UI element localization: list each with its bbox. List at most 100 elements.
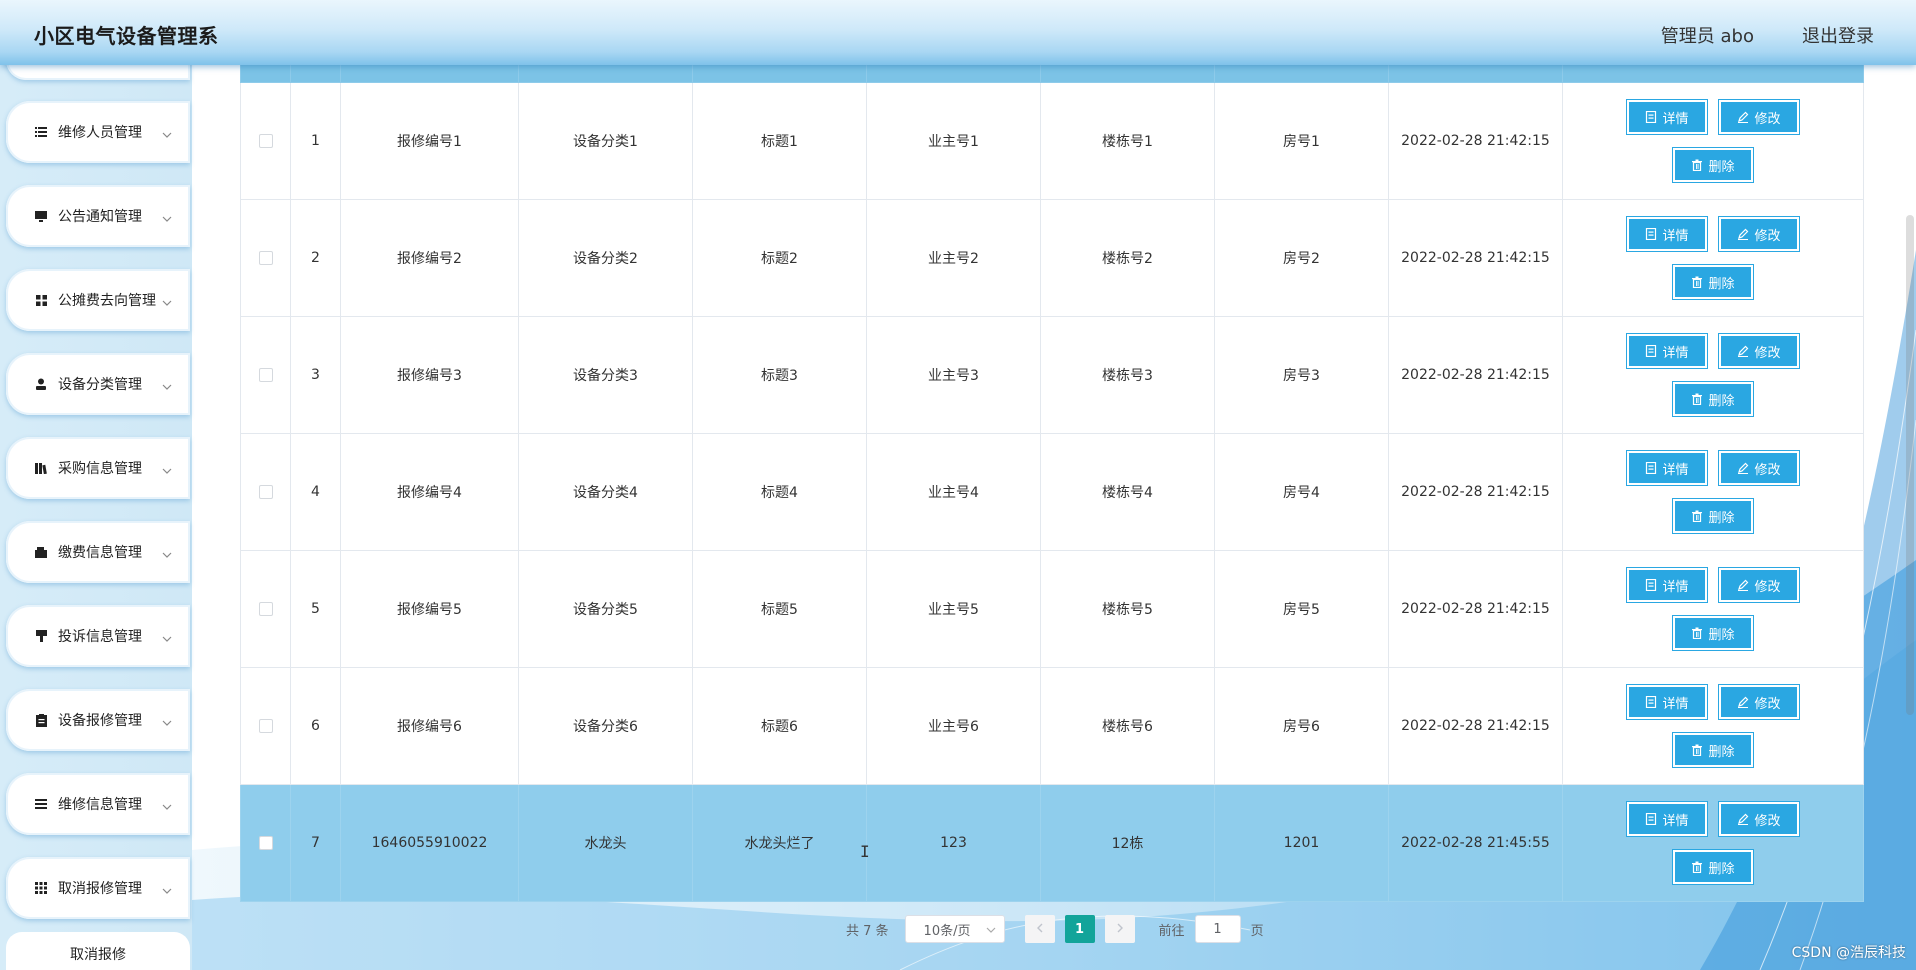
detail-button[interactable]: 详情 — [1626, 684, 1708, 720]
next-page-button[interactable] — [1104, 915, 1135, 943]
edit-button[interactable]: 修改 — [1718, 684, 1800, 720]
row-actions: 详情 修改删除 — [1562, 433, 1864, 551]
app-title: 小区电气设备管理系 — [34, 24, 219, 48]
clipboard-icon — [34, 713, 48, 727]
chevron-down-icon — [162, 627, 176, 646]
delete-button[interactable]: 删除 — [1672, 849, 1754, 885]
cell-building: 楼栋号5 — [1040, 550, 1215, 668]
page-size-value: 10条/页 — [923, 923, 971, 939]
edit-button[interactable]: 修改 — [1718, 216, 1800, 252]
table-row[interactable]: 2 报修编号2 设备分类2 标题2 业主号2 楼栋号2 房号2 2022-02-28 21:4… — [240, 199, 1864, 317]
row-index: 3 — [290, 316, 341, 434]
row-checkbox[interactable] — [258, 368, 273, 382]
table-row[interactable]: 5 报修编号5 设备分类5 标题5 业主号5 楼栋号5 房号5 2022-02-28 21:4… — [240, 550, 1864, 668]
trash-icon — [1691, 744, 1703, 756]
sidebar-item-repair-staff[interactable]: 维修人员管理 — [6, 101, 190, 163]
cell-category: 水龙头 — [518, 784, 693, 902]
logout-link[interactable]: 退出登录 — [1802, 22, 1874, 48]
sidebar-item-repair-request[interactable]: 设备报修管理 — [6, 689, 190, 751]
sidebar-item-cancel-repair[interactable]: 取消报修管理 — [6, 857, 190, 919]
row-checkbox[interactable] — [258, 719, 273, 733]
delete-button[interactable]: 删除 — [1672, 264, 1754, 300]
pencil-icon — [1737, 111, 1749, 123]
delete-button[interactable]: 删除 — [1672, 498, 1754, 534]
cell-room: 1201 — [1214, 784, 1389, 902]
total-count: 共 7 条 — [846, 923, 889, 939]
page-size-select[interactable]: 10条/页 — [904, 915, 1005, 943]
sidebar-item-purchase[interactable]: 采购信息管理 — [6, 437, 190, 499]
edit-button-label: 修改 — [1754, 345, 1781, 361]
prev-page-button[interactable] — [1024, 915, 1055, 943]
cell-time: 2022-02-28 21:42:15 — [1388, 316, 1563, 434]
table-row[interactable]: 3 报修编号3 设备分类3 标题3 业主号3 楼栋号3 房号3 2022-02-28 21:4… — [240, 316, 1864, 434]
delete-button-label: 删除 — [1708, 861, 1735, 877]
detail-button[interactable]: 详情 — [1626, 99, 1708, 135]
row-checkbox-cell — [240, 199, 291, 317]
delete-button-label: 删除 — [1708, 744, 1735, 760]
scrollbar-thumb[interactable] — [1906, 215, 1914, 715]
pencil-icon — [1737, 696, 1749, 708]
cell-repair-no: 报修编号5 — [340, 550, 519, 668]
cell-building: 12栋 — [1040, 784, 1215, 902]
sidebar-item-notice[interactable]: 公告通知管理 — [6, 185, 190, 247]
table-row[interactable]: 1 报修编号1 设备分类1 标题1 业主号1 楼栋号1 房号1 2022-02-28 21:4… — [240, 82, 1864, 200]
page-number-button[interactable]: 1 — [1064, 915, 1095, 943]
edit-button-label: 修改 — [1754, 813, 1781, 829]
sidebar-item-label: 公告通知管理 — [58, 209, 142, 225]
cell-category: 设备分类2 — [518, 199, 693, 317]
detail-button[interactable]: 详情 — [1626, 801, 1708, 837]
row-checkbox[interactable] — [258, 251, 273, 265]
trash-icon — [1691, 627, 1703, 639]
cell-time: 2022-02-28 21:42:15 — [1388, 433, 1563, 551]
chevron-down-icon — [162, 879, 176, 898]
goto-page-input[interactable] — [1194, 915, 1241, 943]
chevron-down-icon — [162, 459, 176, 478]
delete-button[interactable]: 删除 — [1672, 147, 1754, 183]
row-checkbox[interactable] — [258, 485, 273, 499]
sidebar-item-payment[interactable]: 缴费信息管理 — [6, 521, 190, 583]
chevron-down-icon — [986, 922, 996, 937]
goto-label: 前往 — [1158, 923, 1185, 939]
detail-button[interactable]: 详情 — [1626, 216, 1708, 252]
row-checkbox[interactable] — [258, 134, 273, 148]
detail-button[interactable]: 详情 — [1626, 567, 1708, 603]
sidebar-subitem-cancel-repair[interactable]: 取消报修 — [6, 932, 190, 970]
sidebar-item-repair-info[interactable]: 维修信息管理 — [6, 773, 190, 835]
delete-button[interactable]: 删除 — [1672, 732, 1754, 768]
app-root: 小区电气设备管理系 管理员 abo 退出登录 维修人员管理 公告通知管理 公摊费… — [0, 0, 1916, 970]
table-row[interactable]: 6 报修编号6 设备分类6 标题6 业主号6 楼栋号6 房号6 2022-02-28 21:4… — [240, 667, 1864, 785]
edit-button[interactable]: 修改 — [1718, 450, 1800, 486]
sidebar-item-complaint[interactable]: 投诉信息管理 — [6, 605, 190, 667]
edit-button[interactable]: 修改 — [1718, 567, 1800, 603]
row-checkbox-cell — [240, 550, 291, 668]
cell-room: 房号2 — [1214, 199, 1389, 317]
table-row[interactable]: 4 报修编号4 设备分类4 标题4 业主号4 楼栋号4 房号4 2022-02-28 21:4… — [240, 433, 1864, 551]
sidebar-item-device-category[interactable]: 设备分类管理 — [6, 353, 190, 415]
monitor-icon — [34, 209, 48, 223]
cell-title: 标题6 — [692, 667, 867, 785]
delete-button[interactable]: 删除 — [1672, 615, 1754, 651]
sidebar-item-label: 取消报修管理 — [58, 881, 142, 897]
row-checkbox[interactable] — [258, 602, 273, 616]
table-row[interactable]: 7 1646055910022 水龙头 水龙头烂了 123 12栋 1201 2022-02-… — [240, 784, 1864, 902]
row-index: 1 — [290, 82, 341, 200]
sidebar-item-label: 缴费信息管理 — [58, 545, 142, 561]
user-icon — [34, 377, 48, 391]
detail-button-label: 详情 — [1662, 462, 1689, 478]
sidebar-item-shared-fee[interactable]: 公摊费去向管理 — [6, 269, 190, 331]
detail-button[interactable]: 详情 — [1626, 450, 1708, 486]
edit-button[interactable]: 修改 — [1718, 333, 1800, 369]
cell-time: 2022-02-28 21:42:15 — [1388, 550, 1563, 668]
vertical-scrollbar[interactable] — [1904, 65, 1916, 970]
cell-time: 2022-02-28 21:45:55 — [1388, 784, 1563, 902]
chevron-right-icon — [1117, 922, 1123, 937]
edit-button[interactable]: 修改 — [1718, 801, 1800, 837]
cell-repair-no: 报修编号2 — [340, 199, 519, 317]
delete-button[interactable]: 删除 — [1672, 381, 1754, 417]
edit-button[interactable]: 修改 — [1718, 99, 1800, 135]
document-icon — [1645, 345, 1657, 357]
cell-room: 房号4 — [1214, 433, 1389, 551]
row-checkbox[interactable] — [258, 836, 273, 850]
trash-icon — [1691, 159, 1703, 171]
detail-button[interactable]: 详情 — [1626, 333, 1708, 369]
